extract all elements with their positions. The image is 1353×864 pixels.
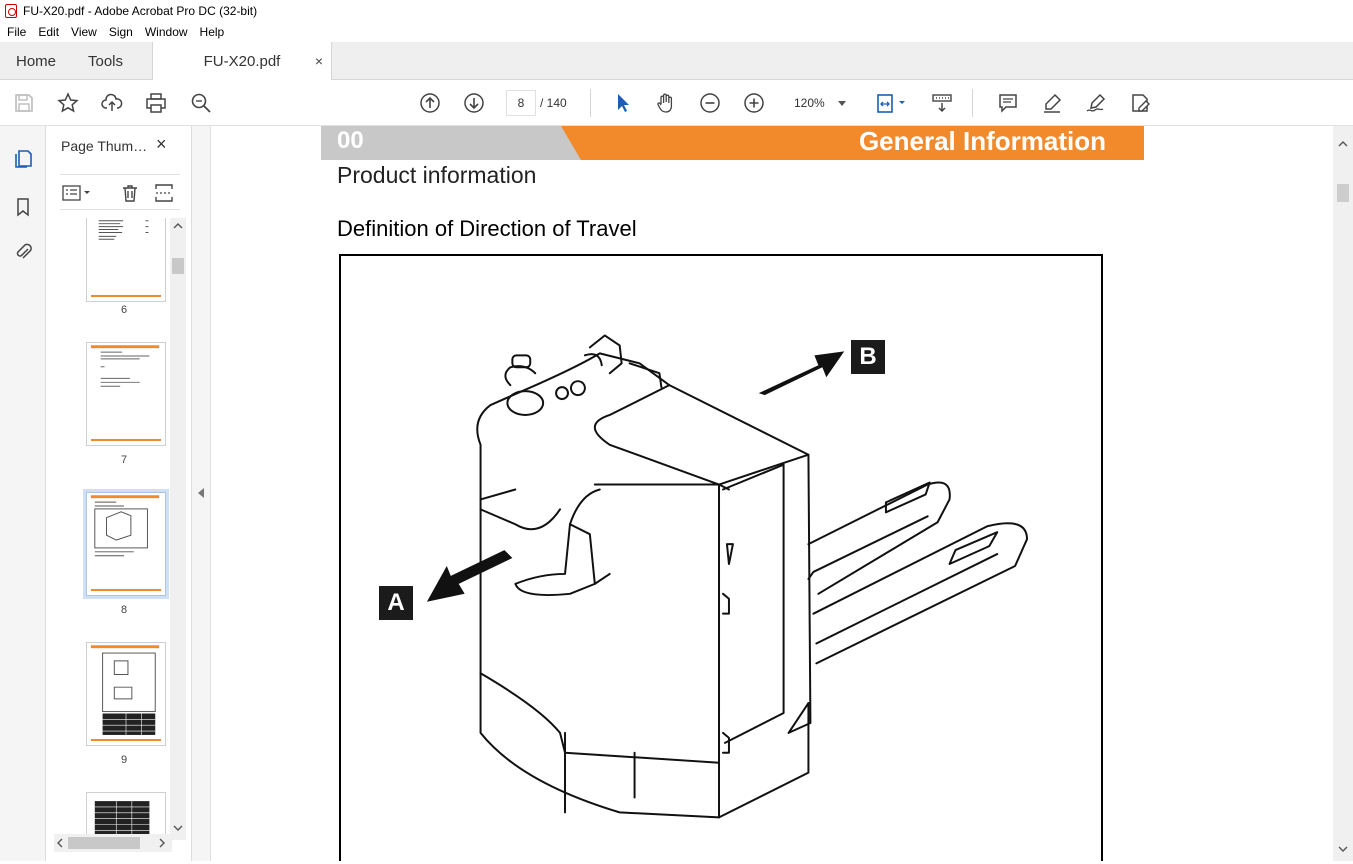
menu-window[interactable]: Window <box>145 25 188 39</box>
thumbnail-list: 6 7 8 9 <box>46 218 172 838</box>
thumbnail-footer-bar <box>91 739 161 741</box>
previous-page-icon[interactable] <box>418 91 442 115</box>
page-total: / 140 <box>540 96 567 110</box>
tab-bar: Home Tools FU-X20.pdf × <box>0 42 1353 81</box>
direction-b-label: B <box>851 340 885 374</box>
chevron-left-icon <box>198 488 204 498</box>
title-bar: FU-X20.pdf - Adobe Acrobat Pro DC (32-bi… <box>0 0 1353 22</box>
fill-sign-icon[interactable] <box>1128 91 1152 115</box>
bookmark-icon[interactable] <box>10 194 36 220</box>
section-number: 00 <box>337 127 364 154</box>
panel-title: Page Thum… <box>61 138 148 154</box>
thumbnail-page-7[interactable] <box>86 342 166 446</box>
extract-page-icon[interactable] <box>154 183 174 206</box>
scrollbar-thumb[interactable] <box>1337 184 1349 202</box>
thumbnail-page-6[interactable] <box>86 218 166 302</box>
save-icon[interactable] <box>12 91 36 115</box>
close-panel-icon[interactable]: × <box>156 134 167 155</box>
thumbnail-footer-bar <box>91 589 161 591</box>
thumbnail-horizontal-scrollbar[interactable] <box>54 834 172 852</box>
page-thumbnails-icon[interactable] <box>10 146 36 172</box>
thumbnail-label: 7 <box>121 454 128 466</box>
tab-home[interactable]: Home <box>0 42 72 80</box>
bookmark-star-icon[interactable] <box>56 91 80 115</box>
upload-cloud-icon[interactable] <box>100 91 124 115</box>
menu-sign[interactable]: Sign <box>109 25 133 39</box>
direction-of-travel-figure: B A <box>339 254 1103 861</box>
thumbnail-label: 6 <box>121 304 128 316</box>
menu-help[interactable]: Help <box>200 25 225 39</box>
page-fit-icon[interactable] <box>874 91 910 115</box>
next-page-icon[interactable] <box>462 91 486 115</box>
chevron-down-icon <box>838 101 846 106</box>
thumbnail-page-9[interactable] <box>86 642 166 746</box>
sign-pen-icon[interactable] <box>1084 91 1108 115</box>
thumbnail-label: 8 <box>121 604 128 616</box>
search-zoom-icon[interactable] <box>189 91 213 115</box>
document-subtitle: Product information <box>337 162 537 188</box>
thumbnail-scrollbar[interactable] <box>170 218 186 840</box>
tab-document-label: FU-X20.pdf <box>203 53 281 70</box>
pallet-truck-illustration <box>426 334 1029 819</box>
collapse-panel-handle[interactable] <box>192 126 211 861</box>
highlight-pen-icon[interactable] <box>1040 91 1064 115</box>
menu-bar: File Edit View Sign Window Help <box>0 22 1353 42</box>
scroll-mode-icon[interactable] <box>930 91 954 115</box>
hand-tool-icon[interactable] <box>654 91 678 115</box>
menu-file[interactable]: File <box>7 25 26 39</box>
menu-edit[interactable]: Edit <box>38 25 59 39</box>
window-title: FU-X20.pdf - Adobe Acrobat Pro DC (32-bi… <box>23 4 258 18</box>
close-tab-icon[interactable]: × <box>315 53 323 69</box>
print-icon[interactable] <box>144 91 168 115</box>
section-header: 00 General Information <box>321 126 1144 160</box>
thumbnail-label: 9 <box>121 754 128 766</box>
thumbnail-page-10[interactable] <box>86 792 166 838</box>
zoom-out-icon[interactable] <box>698 91 722 115</box>
document-scrollbar[interactable] <box>1333 126 1353 861</box>
tab-document[interactable]: FU-X20.pdf × <box>152 42 332 81</box>
document-viewer[interactable]: 00 General Information Product informati… <box>211 126 1333 861</box>
delete-page-icon[interactable] <box>120 183 140 206</box>
thumbnail-tools <box>60 174 180 210</box>
comment-icon[interactable] <box>996 91 1020 115</box>
direction-a-label: A <box>379 586 413 620</box>
navigation-rail <box>0 126 46 861</box>
thumbnail-page-8[interactable] <box>86 492 166 596</box>
menu-view[interactable]: View <box>71 25 97 39</box>
document-heading: Definition of Direction of Travel <box>337 216 637 241</box>
tab-tools[interactable]: Tools <box>72 42 152 80</box>
toolbar-separator <box>972 89 973 117</box>
attachment-icon[interactable] <box>10 238 36 264</box>
section-title: General Information <box>858 126 1106 156</box>
thumbnail-footer-bar <box>91 295 161 297</box>
options-menu-icon[interactable] <box>62 183 92 206</box>
zoom-in-icon[interactable] <box>742 91 766 115</box>
thumbnail-footer-bar <box>91 439 161 441</box>
zoom-value: 120% <box>794 96 825 110</box>
zoom-select[interactable]: 120% <box>786 90 854 116</box>
toolbar <box>0 80 1353 126</box>
select-cursor-icon[interactable] <box>611 91 635 115</box>
toolbar-separator <box>590 89 591 117</box>
page-thumbnails-panel: Page Thum… × 6 7 8 9 <box>46 126 192 861</box>
page-number-input[interactable]: 8 <box>506 90 536 116</box>
acrobat-app-icon <box>5 4 17 18</box>
